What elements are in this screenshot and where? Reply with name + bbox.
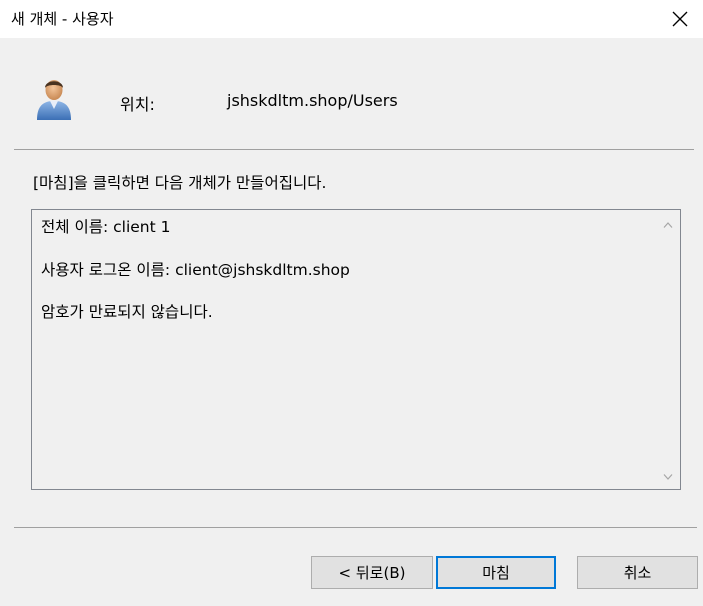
separator	[14, 149, 694, 150]
summary-line-full-name: 전체 이름: client 1	[41, 218, 171, 236]
separator	[14, 527, 697, 528]
summary-line-password: 암호가 만료되지 않습니다.	[41, 303, 213, 321]
title-bar: 새 개체 - 사용자	[0, 0, 703, 38]
summary-textbox[interactable]: 전체 이름: client 1 사용자 로그온 이름: client@jshsk…	[31, 209, 681, 490]
scroll-up-button[interactable]	[656, 214, 680, 236]
finish-button[interactable]: 마침	[436, 556, 556, 589]
back-button[interactable]: < 뒤로(B)	[311, 556, 433, 589]
location-header: 위치: jshskdltm.shop/Users	[0, 38, 703, 148]
user-icon	[37, 80, 71, 120]
scroll-down-button[interactable]	[656, 466, 680, 488]
close-button[interactable]	[657, 0, 703, 38]
instruction-text: [마침]을 클릭하면 다음 개체가 만들어집니다.	[33, 174, 327, 192]
chevron-up-icon	[663, 222, 673, 228]
cancel-button[interactable]: 취소	[577, 556, 698, 589]
window-title: 새 개체 - 사용자	[11, 10, 114, 28]
location-label: 위치:	[120, 95, 155, 114]
close-icon	[672, 11, 688, 27]
summary-line-logon-name: 사용자 로그온 이름: client@jshskdltm.shop	[41, 261, 350, 279]
location-value: jshskdltm.shop/Users	[227, 91, 398, 110]
summary-scrollbar[interactable]	[656, 210, 680, 489]
chevron-down-icon	[663, 474, 673, 480]
